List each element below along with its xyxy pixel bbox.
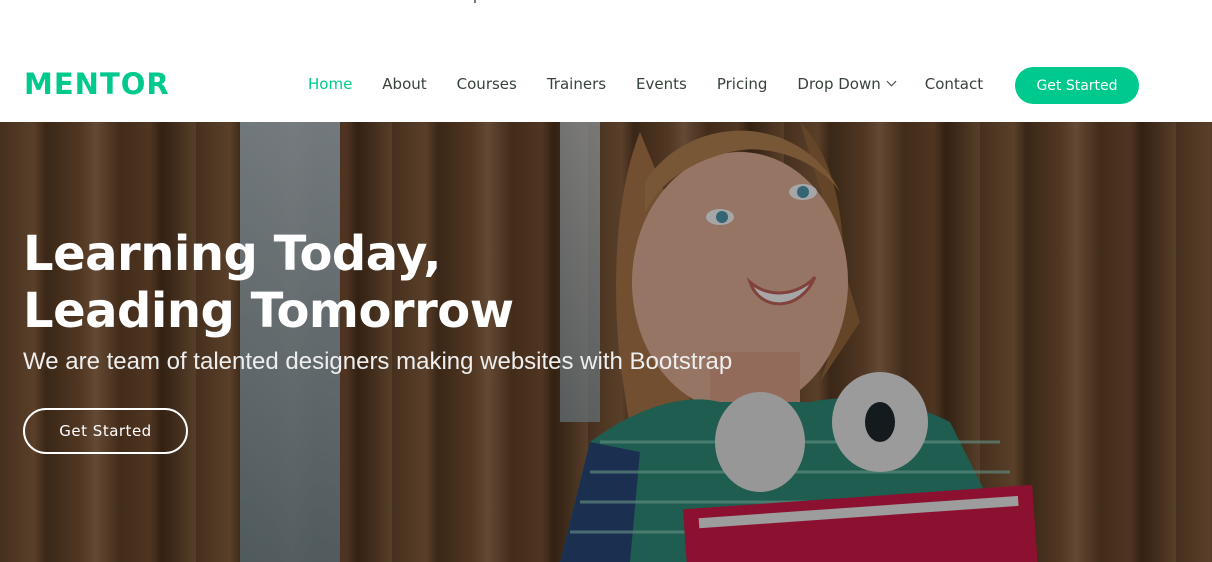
hero-title-line-2: Leading Tomorrow bbox=[23, 283, 514, 339]
main-nav: Home About Courses Trainers Events Prici… bbox=[308, 45, 1013, 122]
nav-pricing[interactable]: Pricing bbox=[717, 75, 768, 93]
hero-title-line-1: Learning Today, bbox=[23, 226, 441, 282]
hero-get-started-button[interactable]: Get Started bbox=[23, 408, 188, 454]
hero-subtitle: We are team of talented designers making… bbox=[23, 348, 733, 375]
nav-events[interactable]: Events bbox=[636, 75, 687, 93]
header-get-started-button[interactable]: Get Started bbox=[1015, 67, 1139, 104]
nav-dropdown[interactable]: Drop Down bbox=[797, 74, 897, 93]
nav-home[interactable]: Home bbox=[308, 75, 352, 93]
nav-courses[interactable]: Courses bbox=[457, 75, 517, 93]
hero-overlay bbox=[0, 122, 1212, 562]
hero-section: Learning Today, Leading Tomorrow We are … bbox=[0, 122, 1212, 562]
top-edge-mark bbox=[474, 0, 476, 3]
nav-about[interactable]: About bbox=[382, 75, 426, 93]
hero-title: Learning Today, Leading Tomorrow bbox=[23, 226, 514, 340]
site-header: MENTOR Home About Courses Trainers Event… bbox=[0, 45, 1212, 122]
chevron-down-icon bbox=[886, 76, 897, 86]
nav-contact[interactable]: Contact bbox=[925, 75, 983, 93]
nav-trainers[interactable]: Trainers bbox=[547, 75, 606, 93]
logo[interactable]: MENTOR bbox=[24, 67, 170, 101]
nav-dropdown-label: Drop Down bbox=[797, 74, 881, 93]
